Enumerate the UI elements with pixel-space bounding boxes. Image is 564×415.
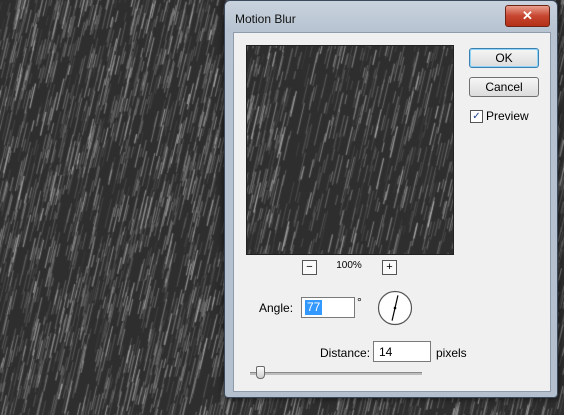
preview-window[interactable] [246,45,454,255]
zoom-level: 100% [336,260,362,271]
zoom-in-button[interactable]: + [382,260,397,275]
distance-slider-thumb[interactable] [256,366,266,379]
preview-image [247,46,453,254]
dialog-title: Motion Blur [235,12,296,26]
distance-unit: pixels [436,346,467,360]
angle-dial-hub [393,306,397,310]
title-bar[interactable]: Motion Blur ✕ [225,1,557,33]
zoom-out-button[interactable]: − [302,260,317,275]
check-icon: ✓ [472,111,481,122]
preview-checkbox[interactable]: ✓ [470,110,483,123]
plus-icon: + [386,261,393,273]
close-icon: ✕ [522,8,533,23]
angle-dial[interactable] [377,290,413,326]
minus-icon: − [306,261,313,273]
angle-label: Angle: [259,301,294,315]
distance-value: 14 [379,345,393,359]
distance-input[interactable]: 14 [373,341,431,362]
close-button[interactable]: ✕ [505,5,550,27]
motion-blur-dialog: Motion Blur ✕ − 100% + OK Cancel ✓ Previ… [224,0,558,398]
distance-label: Distance: [320,346,371,360]
angle-value: 77 [305,300,323,315]
preview-label[interactable]: Preview [486,109,529,123]
degree-unit: ° [357,295,362,309]
ok-button[interactable]: OK [469,48,539,68]
dialog-body: − 100% + OK Cancel ✓ Preview Angle: 77 °… [233,32,551,392]
distance-slider-track[interactable] [250,372,422,375]
angle-input[interactable]: 77 [301,297,355,318]
cancel-button[interactable]: Cancel [469,77,539,97]
